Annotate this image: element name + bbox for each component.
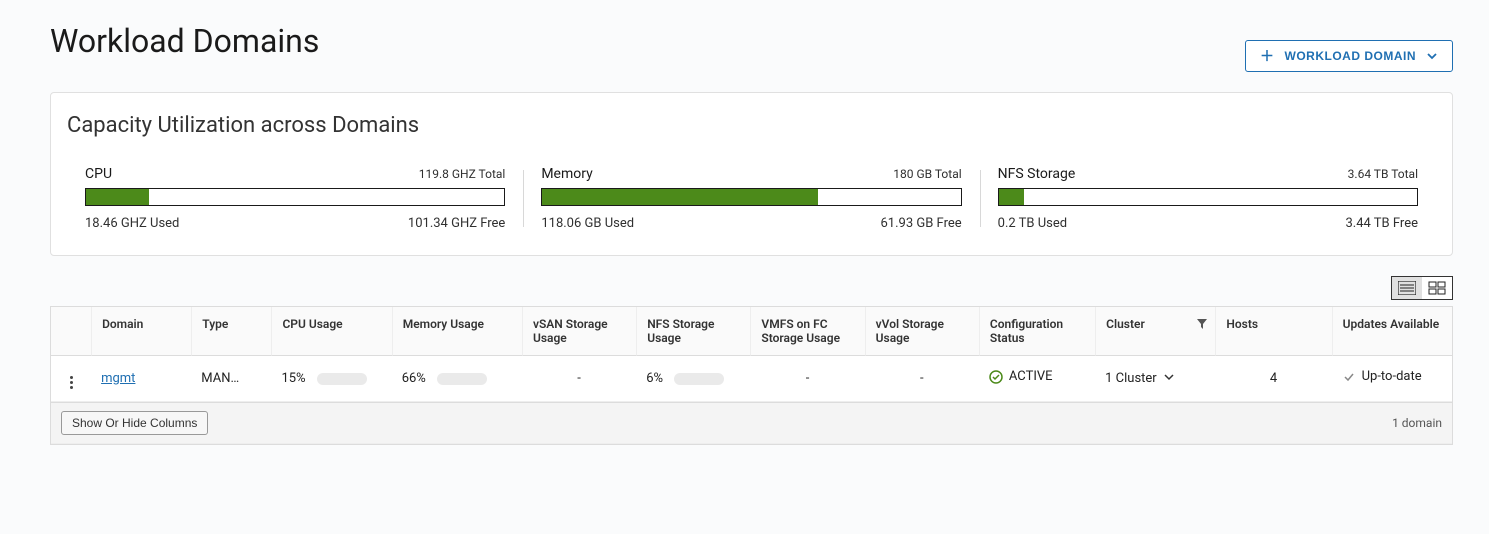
col-cpu[interactable]: CPU Usage: [271, 307, 391, 356]
metric-cpu: CPU 119.8 GHZ Total 18.46 GHZ Used 101.3…: [67, 166, 523, 231]
col-config[interactable]: Configuration Status: [979, 307, 1095, 356]
col-vsan[interactable]: vSAN Storage Usage: [522, 307, 636, 356]
grid-icon: [1428, 281, 1446, 295]
cpu-mini-bar: [317, 373, 367, 385]
col-vmfs[interactable]: VMFS on FC Storage Usage: [750, 307, 864, 356]
cell-cpu: 15%: [271, 356, 391, 402]
nfs-mini-bar: [674, 373, 724, 385]
cell-memory: 66%: [392, 356, 522, 402]
col-updates[interactable]: Updates Available: [1332, 307, 1452, 356]
col-domain[interactable]: Domain: [91, 307, 191, 356]
col-memory[interactable]: Memory Usage: [392, 307, 522, 356]
cell-hosts: 4: [1215, 356, 1331, 402]
grid-view-button[interactable]: [1422, 277, 1452, 299]
list-icon: [1398, 281, 1416, 295]
table-count: 1 domain: [1392, 416, 1442, 430]
show-hide-columns-button[interactable]: Show Or Hide Columns: [61, 411, 208, 435]
metric-cpu-free: 101.34 GHZ Free: [408, 216, 505, 231]
metric-nfs: NFS Storage 3.64 TB Total 0.2 TB Used 3.…: [980, 166, 1436, 231]
capacity-card-title: Capacity Utilization across Domains: [67, 113, 1436, 138]
capacity-card: Capacity Utilization across Domains CPU …: [50, 92, 1453, 256]
view-toggle-group: [1391, 276, 1453, 300]
metric-memory-label: Memory: [541, 166, 592, 182]
col-vvol[interactable]: vVol Storage Usage: [865, 307, 979, 356]
list-view-button[interactable]: [1392, 277, 1422, 299]
metric-cpu-used: 18.46 GHZ Used: [85, 216, 179, 231]
cell-type: MAN…: [191, 356, 271, 402]
chevron-down-icon: [1426, 50, 1438, 62]
check-icon: [1342, 370, 1356, 384]
col-hosts[interactable]: Hosts: [1215, 307, 1331, 356]
metric-memory-free: 61.93 GB Free: [881, 216, 962, 231]
metric-cpu-total: 119.8 GHZ Total: [419, 167, 506, 181]
domains-table: Domain Type CPU Usage Memory Usage vSAN …: [50, 306, 1453, 445]
col-type[interactable]: Type: [191, 307, 271, 356]
metric-memory: Memory 180 GB Total 118.06 GB Used 61.93…: [523, 166, 979, 231]
cell-config: ACTIVE: [979, 356, 1095, 402]
cell-vmfs: -: [750, 356, 864, 402]
metric-cpu-bar: [85, 188, 505, 206]
workload-domain-dropdown-label: WORKLOAD DOMAIN: [1285, 49, 1416, 63]
metric-memory-total: 180 GB Total: [893, 167, 961, 181]
cell-updates: Up-to-date: [1332, 356, 1452, 402]
metric-nfs-label: NFS Storage: [998, 166, 1076, 182]
row-actions-button[interactable]: [64, 376, 78, 389]
cell-nfs: 6%: [636, 356, 750, 402]
cell-vsan: -: [522, 356, 636, 402]
metric-cpu-label: CPU: [85, 166, 112, 182]
metric-nfs-free: 3.44 TB Free: [1345, 216, 1418, 231]
table-header-row: Domain Type CPU Usage Memory Usage vSAN …: [51, 307, 1452, 356]
memory-mini-bar: [437, 373, 487, 385]
cell-cluster[interactable]: 1 Cluster: [1095, 356, 1215, 402]
metric-nfs-used: 0.2 TB Used: [998, 216, 1067, 231]
domain-link[interactable]: mgmt: [101, 371, 135, 386]
filter-icon[interactable]: [1197, 319, 1207, 329]
check-circle-icon: [989, 370, 1003, 384]
metric-memory-bar: [541, 188, 961, 206]
metric-nfs-total: 3.64 TB Total: [1348, 167, 1418, 181]
cell-vvol: -: [865, 356, 979, 402]
chevron-down-icon: [1164, 372, 1174, 382]
col-nfs[interactable]: NFS Storage Usage: [636, 307, 750, 356]
plus-icon: ＋: [1260, 49, 1275, 63]
metric-memory-used: 118.06 GB Used: [541, 216, 634, 231]
workload-domain-dropdown-button[interactable]: ＋ WORKLOAD DOMAIN: [1245, 40, 1453, 72]
col-cluster[interactable]: Cluster: [1095, 307, 1215, 356]
table-row: mgmt MAN… 15% 66% - 6% - -: [51, 356, 1452, 402]
metric-nfs-bar: [998, 188, 1418, 206]
